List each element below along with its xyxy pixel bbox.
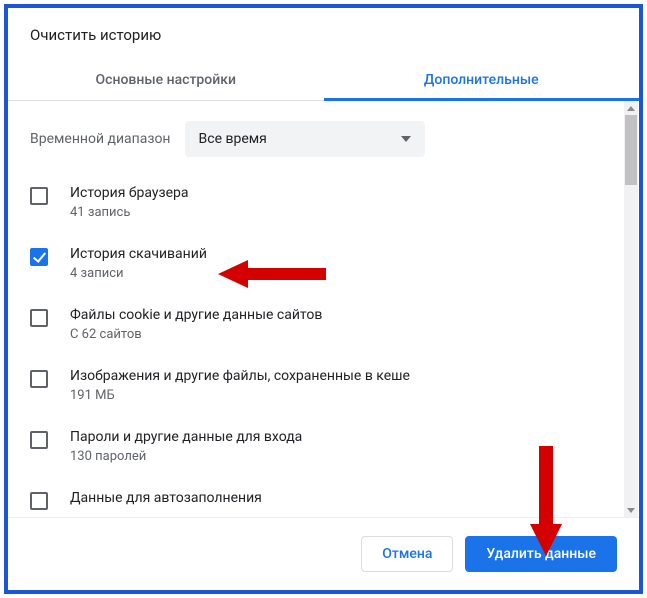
- option-texts: Данные для автозаполнения: [70, 490, 262, 506]
- option-browsing-history: История браузера 41 запись: [30, 171, 617, 232]
- tabs: Основные настройки Дополнительные: [8, 58, 639, 101]
- scrollbar-down-button[interactable]: [624, 503, 638, 517]
- option-subtitle: 191 МБ: [70, 388, 410, 403]
- confirm-button[interactable]: Удалить данные: [465, 536, 617, 572]
- option-texts: Пароли и другие данные для входа 130 пар…: [70, 429, 302, 464]
- chevron-down-icon: [627, 508, 635, 513]
- option-subtitle: 4 записи: [70, 266, 207, 281]
- checkbox-cache[interactable]: [30, 370, 48, 388]
- option-download-history: История скачиваний 4 записи: [30, 232, 617, 293]
- scroll-area: Временной диапазон Все время История бра…: [8, 101, 639, 517]
- cancel-button[interactable]: Отмена: [361, 536, 453, 572]
- checkbox-download-history[interactable]: [30, 248, 48, 266]
- option-texts: История скачиваний 4 записи: [70, 246, 207, 281]
- option-subtitle: 41 запись: [70, 205, 188, 220]
- option-texts: Изображения и другие файлы, сохраненные …: [70, 368, 410, 403]
- time-range-select[interactable]: Все время: [185, 121, 425, 157]
- option-title: Пароли и другие данные для входа: [70, 429, 302, 445]
- option-passwords: Пароли и другие данные для входа 130 пар…: [30, 415, 617, 476]
- option-subtitle: С 62 сайтов: [70, 327, 322, 342]
- time-range-row: Временной диапазон Все время: [30, 101, 617, 171]
- dialog-title: Очистить историю: [8, 8, 639, 58]
- checkbox-cookies[interactable]: [30, 309, 48, 327]
- option-title: Изображения и другие файлы, сохраненные …: [70, 368, 410, 384]
- time-range-label: Временной диапазон: [30, 131, 171, 147]
- checkbox-autofill[interactable]: [30, 492, 48, 510]
- option-title: История браузера: [70, 185, 188, 201]
- dialog-footer: Отмена Удалить данные: [8, 517, 639, 590]
- option-title: Данные для автозаполнения: [70, 490, 262, 506]
- option-autofill: Данные для автозаполнения: [30, 476, 617, 517]
- option-title: Файлы cookie и другие данные сайтов: [70, 307, 322, 323]
- option-subtitle: 130 паролей: [70, 449, 302, 464]
- scrollbar[interactable]: [624, 101, 638, 517]
- chevron-up-icon: [627, 106, 635, 111]
- option-texts: Файлы cookie и другие данные сайтов С 62…: [70, 307, 322, 342]
- checkbox-passwords[interactable]: [30, 431, 48, 449]
- tab-advanced[interactable]: Дополнительные: [324, 58, 640, 101]
- option-cookies: Файлы cookie и другие данные сайтов С 62…: [30, 293, 617, 354]
- option-title: История скачиваний: [70, 246, 207, 262]
- dialog-frame: Очистить историю Основные настройки Допо…: [4, 4, 643, 594]
- option-texts: История браузера 41 запись: [70, 185, 188, 220]
- scrollbar-up-button[interactable]: [624, 101, 638, 115]
- scrollbar-thumb[interactable]: [625, 115, 637, 185]
- tab-basic[interactable]: Основные настройки: [8, 58, 324, 101]
- checkbox-browsing-history[interactable]: [30, 187, 48, 205]
- scroll-content: Временной диапазон Все время История бра…: [8, 101, 639, 517]
- time-range-value: Все время: [199, 131, 267, 147]
- option-cache: Изображения и другие файлы, сохраненные …: [30, 354, 617, 415]
- chevron-down-icon: [401, 136, 411, 142]
